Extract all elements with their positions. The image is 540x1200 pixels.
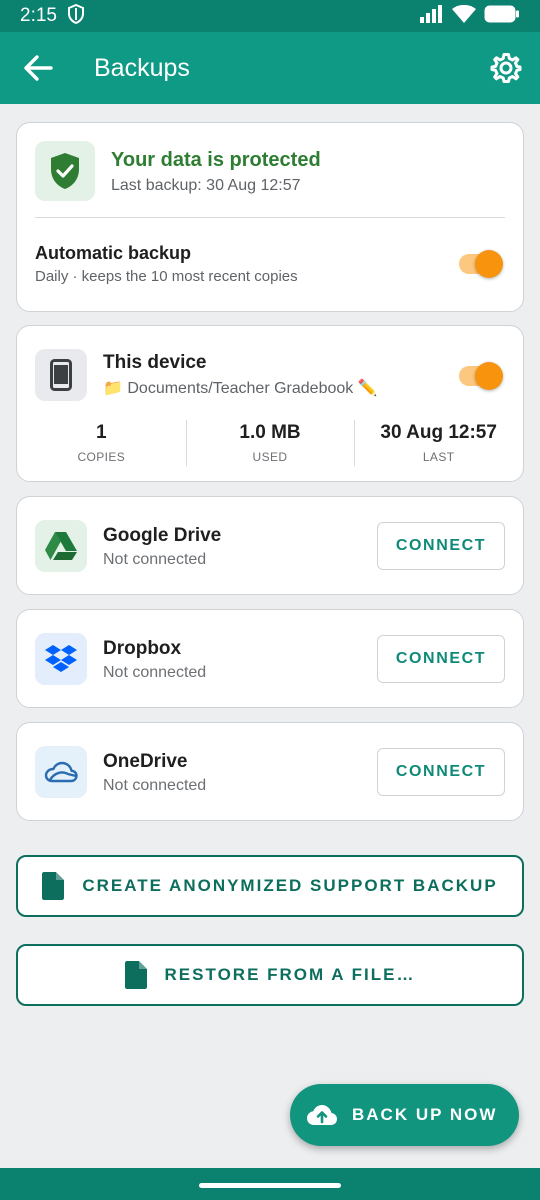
stat-label: USED <box>252 450 288 464</box>
toggle-knob <box>475 250 503 278</box>
stat-value: 1.0 MB <box>239 422 301 443</box>
divider <box>35 217 505 218</box>
stat-label: LAST <box>422 450 455 464</box>
cloud-upload-icon <box>306 1103 338 1127</box>
wifi-icon <box>452 4 476 28</box>
page-title: Backups <box>94 53 190 82</box>
button-label: CREATE ANONYMIZED SUPPORT BACKUP <box>82 876 498 895</box>
service-card-dropbox: Dropbox Not connected CONNECT <box>16 609 524 708</box>
automatic-backup-title: Automatic backup <box>35 243 192 263</box>
document-icon <box>124 961 147 989</box>
device-card: This device 📁 Documents/Teacher Gradeboo… <box>16 325 524 482</box>
phone-icon <box>35 349 87 401</box>
service-name: Dropbox <box>103 638 182 659</box>
automatic-backup-description: Daily · keeps the 10 most recent copies <box>35 268 298 285</box>
stat-copies: 1 COPIES <box>17 420 186 466</box>
stat-label: COPIES <box>77 450 126 464</box>
create-support-backup-button[interactable]: CREATE ANONYMIZED SUPPORT BACKUP <box>16 855 524 917</box>
service-card-onedrive: OneDrive Not connected CONNECT <box>16 722 524 821</box>
button-label: BACK UP NOW <box>352 1105 498 1124</box>
battery-icon <box>484 5 520 28</box>
status-time: 2:15 <box>20 5 57 26</box>
service-card-google-drive: Google Drive Not connected CONNECT <box>16 496 524 595</box>
device-backup-toggle[interactable] <box>459 362 503 390</box>
service-status: Not connected <box>103 551 207 568</box>
shield-status-icon <box>67 3 85 29</box>
status-bar: 2:15 <box>0 0 540 32</box>
last-backup-text: Last backup: 30 Aug 12:57 <box>111 177 301 194</box>
service-status: Not connected <box>103 664 207 681</box>
protection-status-title: Your data is protected <box>111 149 321 171</box>
stat-last: 30 Aug 12:57 LAST <box>354 420 523 466</box>
device-stats: 1 COPIES 1.0 MB USED 30 Aug 12:57 LAST <box>17 420 523 466</box>
stat-value: 1 <box>96 422 107 443</box>
service-status: Not connected <box>103 777 207 794</box>
signal-icon <box>420 4 444 28</box>
google-drive-icon <box>35 520 87 572</box>
home-gesture-handle[interactable] <box>199 1183 341 1188</box>
stat-value: 30 Aug 12:57 <box>380 422 497 443</box>
service-name: OneDrive <box>103 751 188 772</box>
device-folder-path[interactable]: 📁 Documents/Teacher Gradebook ✏️ <box>103 378 378 398</box>
connect-google-drive-button[interactable]: CONNECT <box>377 522 505 570</box>
automatic-backup-toggle[interactable] <box>459 250 503 278</box>
onedrive-icon <box>35 746 87 798</box>
connect-onedrive-button[interactable]: CONNECT <box>377 748 505 796</box>
document-icon <box>42 872 65 900</box>
app-bar: Backups <box>0 32 540 104</box>
back-up-now-button[interactable]: BACK UP NOW <box>290 1084 519 1146</box>
connect-dropbox-button[interactable]: CONNECT <box>377 635 505 683</box>
service-name: Google Drive <box>103 525 222 546</box>
settings-gear-icon[interactable] <box>476 32 536 104</box>
navigation-bar <box>0 1168 540 1200</box>
button-label: RESTORE FROM A FILE… <box>164 965 416 984</box>
toggle-knob <box>475 362 503 390</box>
back-arrow-icon[interactable] <box>0 32 76 104</box>
restore-from-file-button[interactable]: RESTORE FROM A FILE… <box>16 944 524 1006</box>
shield-check-icon <box>35 141 95 201</box>
protection-card: Your data is protected Last backup: 30 A… <box>16 122 524 312</box>
dropbox-icon <box>35 633 87 685</box>
device-title: This device <box>103 352 207 373</box>
stat-used: 1.0 MB USED <box>185 420 355 466</box>
